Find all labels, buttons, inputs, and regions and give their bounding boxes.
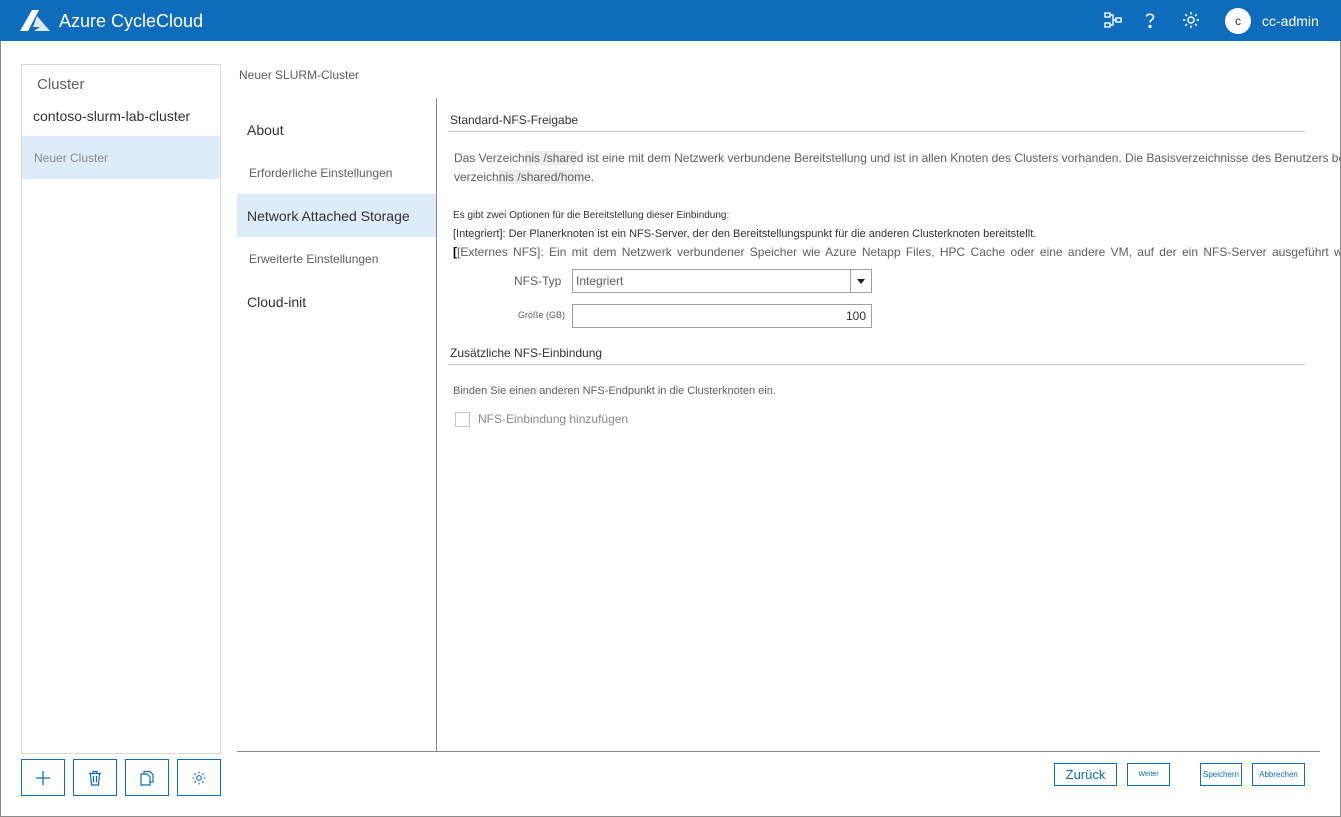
add-cluster-button[interactable] [21, 759, 65, 796]
size-label: Größe (GB) [518, 310, 566, 320]
back-button[interactable]: Zurück [1054, 763, 1117, 786]
chevron-down-icon[interactable] [850, 270, 871, 292]
add-icon [36, 770, 50, 785]
nfs-type-select[interactable]: Integriert [572, 269, 872, 293]
next-button[interactable]: Weiter [1127, 763, 1170, 786]
cluster-settings-button[interactable] [177, 759, 221, 796]
nfs-type-label: NFS-Typ [514, 274, 562, 288]
nav-item-cloud-init[interactable]: Cloud-init [237, 280, 436, 323]
section-divider [448, 364, 1305, 365]
gear-icon[interactable] [1181, 10, 1201, 30]
mount-options-intro: Es gibt zwei Optionen für die Bereitstel… [453, 210, 730, 221]
save-button[interactable]: Speichern [1200, 763, 1242, 786]
default-nfs-description-line2: verzeichnis /shared/home. [454, 170, 595, 184]
page-title: Neuer SLURM-Cluster [239, 68, 360, 82]
cluster-item-contoso[interactable]: contoso-slurm-lab-cluster [22, 105, 220, 135]
default-nfs-description-line1: Das Verzeichnis /shared ist eine mit dem… [454, 151, 1340, 165]
copy-cluster-button[interactable] [125, 759, 169, 796]
nav-item-network-attached-storage[interactable]: Network Attached Storage [237, 194, 436, 237]
delete-cluster-button[interactable] [73, 759, 117, 796]
delete-icon [89, 770, 101, 786]
add-nfs-mount-checkbox[interactable] [455, 412, 470, 427]
azure-logo-icon [20, 10, 50, 31]
size-input[interactable]: 100 [572, 304, 872, 328]
app-title: Azure CycleCloud [59, 11, 204, 31]
top-bar: Azure CycleCloud c cc-admin [0, 0, 1341, 41]
nfs-type-value: Integriert [576, 274, 624, 288]
settings-icon [192, 771, 206, 784]
username[interactable]: cc-admin [1262, 13, 1319, 29]
node-tree-icon[interactable] [1103, 10, 1123, 30]
section-divider [448, 131, 1305, 132]
add-nfs-mount-label[interactable]: NFS-Einbindung hinzufügen [478, 412, 628, 426]
nav-item-required-settings[interactable]: Erforderliche Einstellungen [237, 151, 436, 194]
help-icon[interactable] [1140, 10, 1160, 30]
avatar[interactable]: c [1225, 8, 1251, 34]
cluster-item-new[interactable]: Neuer Cluster [22, 136, 220, 179]
copy-icon [140, 770, 154, 786]
cluster-list-heading: Cluster [37, 76, 85, 93]
option-external-text: [[Externes NFS]: Ein mit dem Netzwerk ve… [453, 245, 1340, 259]
default-nfs-title: Standard-NFS-Freigabe [450, 113, 579, 127]
nav-item-about[interactable]: About [237, 108, 436, 151]
nav-item-advanced-settings[interactable]: Erweiterte Einstellungen [237, 237, 436, 280]
additional-nfs-title: Zusätzliche NFS-Einbindung [450, 346, 603, 360]
cancel-button[interactable]: Abbrechen [1252, 763, 1305, 786]
nfs-settings-content: Standard-NFS-Freigabe Das Verzeichnis /s… [437, 98, 1340, 751]
cluster-list-panel: Cluster contoso-slurm-lab-cluster Neuer … [21, 64, 221, 754]
option-integrated-text: [Integriert]: Der Planerknoten ist ein N… [453, 228, 1037, 240]
footer-divider [237, 751, 1320, 752]
additional-nfs-description: Binden Sie einen anderen NFS-Endpunkt in… [453, 385, 776, 397]
